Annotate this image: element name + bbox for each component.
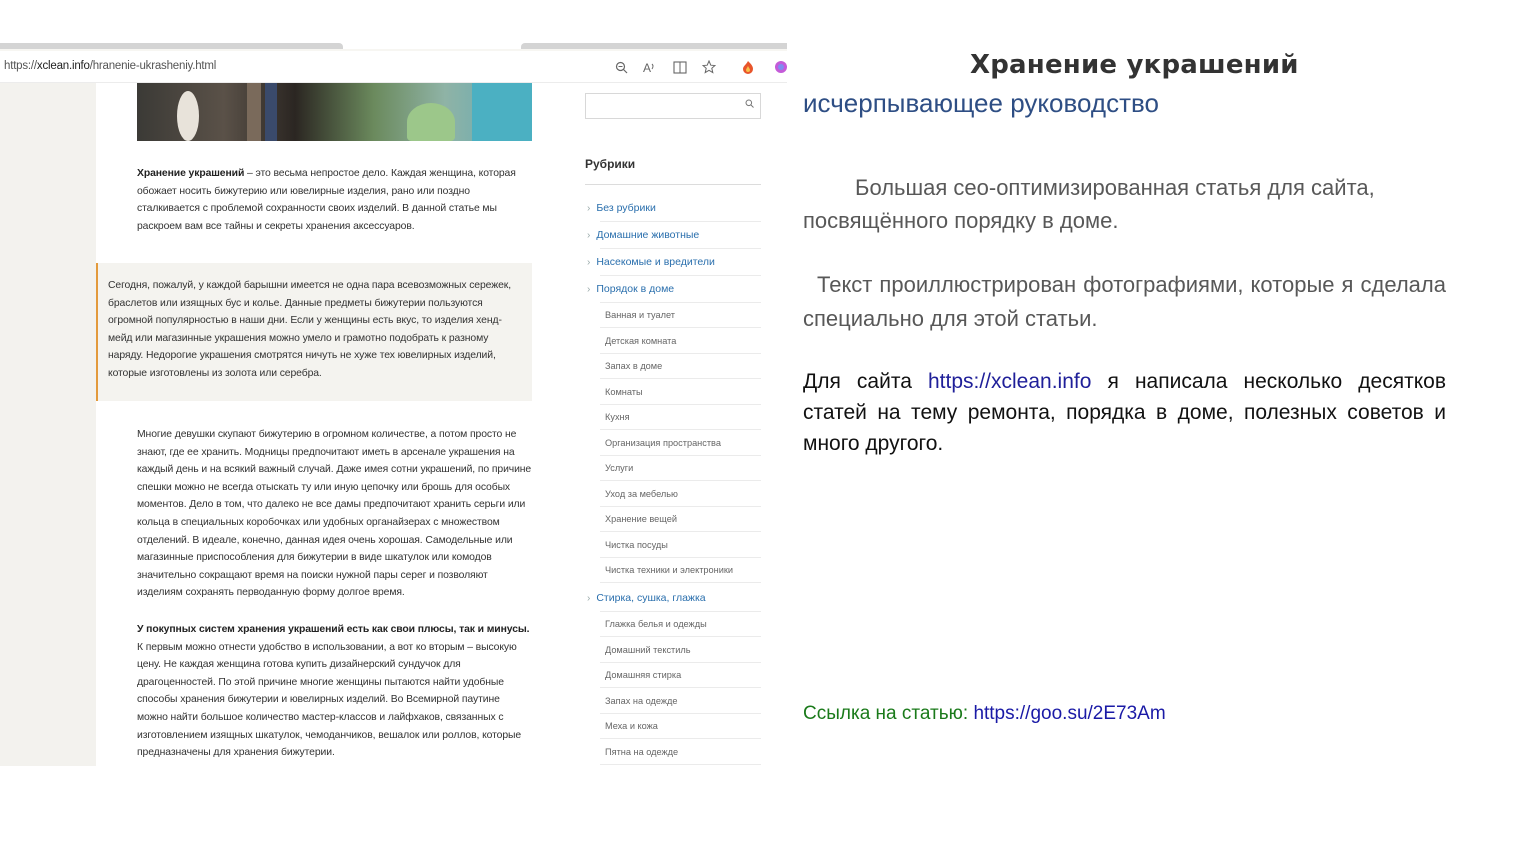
divider [600,403,761,405]
divider [600,636,761,637]
sidebar-subcategory[interactable]: Меха и кожа [605,721,761,731]
sidebar-subcategory[interactable]: Глажка белья и одежды [605,619,761,629]
divider [600,738,761,739]
sidebar-subcategory[interactable]: Запах в доме [605,361,761,371]
divider [600,582,761,583]
quote-text: Сегодня, пожалуй, у каждой барышни имеет… [108,280,511,379]
divider [600,661,761,663]
divider [600,611,761,612]
browser-tab-strip [0,43,787,49]
address-bar[interactable]: https://xclean.info/hranenie-ukrasheniy.… [0,51,787,83]
divider [600,712,761,714]
browser-tab[interactable] [0,43,343,49]
article-quote: Сегодня, пожалуй, у каждой барышни имеет… [96,263,532,401]
sidebar-subcategory[interactable]: Услуги [605,463,761,473]
slide-title: Хранение украшений [970,50,1299,80]
site-link[interactable]: https://xclean.info [928,370,1091,393]
divider [600,454,761,456]
sidebar-subcategory[interactable]: Пятна на одежде [605,747,761,757]
intro-bold: Хранение украшений [137,168,245,179]
reader-view-icon[interactable] [672,59,688,75]
read-aloud-icon[interactable]: A [642,59,658,75]
sidebar-title: Рубрики [585,157,636,171]
body2-bold: У покупных систем хранения украшений ест… [137,624,530,635]
article-link-label: Ссылка на статью: [803,703,974,724]
p3-text-start: Для сайта [803,370,928,393]
divider [600,505,761,507]
search-icon[interactable] [745,99,754,111]
sidebar-subcategory[interactable]: Домашний текстиль [605,645,761,655]
sidebar-category[interactable]: Насекомые и вредители [587,256,761,268]
article-link-line: Ссылка на статью: https://goo.su/2E73Am [803,703,1166,725]
url-path: /hranenie-ukrasheniy.html [89,60,217,72]
sidebar-subcategory[interactable]: Домашняя стирка [605,670,761,680]
zoom-icon[interactable] [613,59,629,75]
sidebar-subcategory[interactable]: Запах на одежде [605,696,761,706]
website-screenshot: https://xclean.info/hranenie-ukrasheniy.… [0,43,787,766]
sidebar-search-input[interactable] [585,93,761,119]
divider [600,302,761,303]
sidebar-subcategory[interactable]: Хранение вещей [605,514,761,524]
divider [600,480,761,481]
divider [600,327,761,328]
sidebar-subcategory[interactable]: Уход за мебелью [605,489,761,499]
sidebar-subcategory[interactable]: Чистка посуды [605,540,761,550]
svg-text:A: A [643,61,651,74]
sidebar-subcategory[interactable]: Кухня [605,412,761,422]
slide-paragraph-2: Текст проиллюстрирован фотографиями, кот… [803,272,1446,331]
divider [600,687,761,688]
sidebar-subcategory[interactable]: Организация пространства [605,438,761,448]
divider [600,429,761,430]
sidebar-category[interactable]: Порядок в доме [587,283,761,295]
divider [600,763,761,765]
divider [585,184,761,185]
article-body-paragraph: Многие девушки скупают бижутерию в огром… [137,429,532,599]
article-hero-image [137,83,532,141]
sidebar-category[interactable]: Домашние животные [587,229,761,241]
slide-paragraph-1: Большая сео-оптимизированная статья для … [803,175,1375,233]
sidebar-subcategory[interactable]: Чистка техники и электроники [605,565,761,575]
sidebar-subcategory[interactable]: Комнаты [605,387,761,397]
profile-icon[interactable] [773,59,787,75]
favorite-star-icon[interactable] [701,59,717,75]
article-body-paragraph-2: У покупных систем хранения украшений ест… [137,621,532,762]
url-host: xclean.info [36,60,90,72]
divider [600,352,761,354]
sidebar-category[interactable]: Стирка, сушка, глажка [587,592,761,604]
article-page: Хранение украшений – это весьма непросто… [0,83,787,766]
slide-paragraph-3: Для сайта https://xclean.info я написала… [803,366,1446,459]
sidebar-subcategory[interactable]: Детская комната [605,336,761,346]
browser-tab[interactable] [521,43,787,49]
divider [600,378,761,379]
url-text[interactable]: https://xclean.info/hranenie-ukrasheniy.… [4,60,216,72]
sidebar-subcategory[interactable]: Ванная и туалет [605,310,761,320]
page-left-margin [0,83,96,766]
extension-icon[interactable] [740,59,756,75]
article-intro: Хранение украшений – это весьма непросто… [137,165,532,235]
divider [600,248,761,249]
divider [600,556,761,558]
url-prefix: https:// [4,60,37,72]
article-link-url[interactable]: https://goo.su/2E73Am [973,703,1165,724]
sidebar-category[interactable]: Без рубрики [587,202,761,214]
body2-text: К первым можно отнести удобство в исполь… [137,641,522,759]
divider [600,531,761,532]
divider [600,221,761,222]
divider [600,275,761,276]
slide-subtitle: исчерпывающее руководство [803,88,1159,118]
